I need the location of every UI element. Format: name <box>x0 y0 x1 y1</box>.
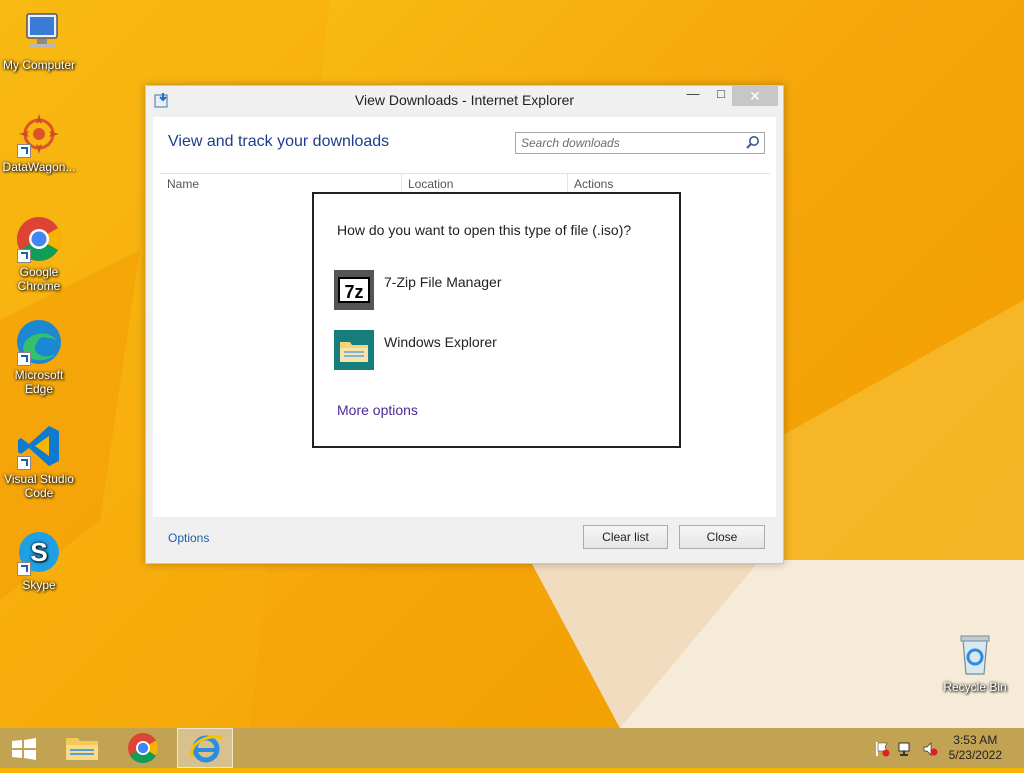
desktop-icon-vscode[interactable]: Visual Studio Code <box>0 422 78 500</box>
clock-date: 5/23/2022 <box>948 748 1002 762</box>
column-divider <box>567 174 568 192</box>
start-button[interactable] <box>0 728 48 768</box>
shortcut-arrow-icon <box>17 352 31 366</box>
search-placeholder: Search downloads <box>521 136 620 150</box>
start-icon <box>12 738 36 760</box>
window-footer: Options Clear list Close <box>153 517 776 557</box>
maximize-button[interactable]: □ <box>708 86 734 106</box>
recycle-bin-icon <box>951 630 999 678</box>
desktop-icon-label: Google Chrome <box>17 265 61 293</box>
column-name[interactable]: Name <box>167 177 199 191</box>
clear-list-button[interactable]: Clear list <box>583 525 668 549</box>
desktop-icon-recycle-bin[interactable]: Recycle Bin <box>936 630 1014 694</box>
edge-icon <box>15 318 63 366</box>
volume-muted-icon[interactable] <box>922 741 938 757</box>
taskbar-internet-explorer[interactable] <box>177 728 233 768</box>
title-bar[interactable]: View Downloads - Internet Explorer — □ ✕ <box>146 86 783 114</box>
internet-explorer-icon <box>190 735 224 763</box>
close-button[interactable]: Close <box>679 525 765 549</box>
options-link[interactable]: Options <box>168 531 209 545</box>
taskbar-chrome[interactable] <box>115 728 171 768</box>
shortcut-arrow-icon <box>17 249 31 263</box>
open-with-7zip[interactable]: 7z 7-Zip File Manager <box>334 270 634 310</box>
column-actions[interactable]: Actions <box>574 177 613 191</box>
clock-time: 3:53 AM <box>953 733 998 747</box>
more-options-link[interactable]: More options <box>337 402 418 418</box>
open-with-windows-explorer[interactable]: Windows Explorer <box>334 330 634 370</box>
desktop-icon-label: DataWagon... <box>2 160 76 174</box>
column-header-row: Name Location Actions <box>160 173 770 192</box>
clock[interactable]: 3:53 AM 5/23/2022 <box>949 733 1002 763</box>
network-icon[interactable] <box>898 741 914 757</box>
taskbar-file-explorer[interactable] <box>54 728 110 768</box>
desktop-icon-skype[interactable]: S Skype <box>0 528 78 592</box>
desktop-icon-label: Visual Studio Code <box>4 472 74 500</box>
shortcut-arrow-icon <box>17 144 31 158</box>
computer-icon <box>15 8 63 56</box>
close-window-button[interactable]: ✕ <box>732 86 778 106</box>
open-with-item-label: Windows Explorer <box>384 334 497 350</box>
7zip-icon: 7z <box>334 270 374 310</box>
desktop-icon-my-computer[interactable]: My Computer <box>0 8 78 72</box>
desktop-icon-datawagon[interactable]: DataWagon... <box>0 110 78 174</box>
search-input[interactable]: Search downloads <box>515 132 765 154</box>
open-with-dialog: How do you want to open this type of fil… <box>312 192 681 448</box>
desktop-icon-google-chrome[interactable]: Google Chrome <box>0 215 78 293</box>
shortcut-arrow-icon <box>17 562 31 576</box>
svg-text:7z: 7z <box>344 282 363 302</box>
file-explorer-icon <box>66 738 98 760</box>
minimize-button[interactable]: — <box>680 86 706 106</box>
folder-icon <box>334 330 374 370</box>
open-with-question: How do you want to open this type of fil… <box>337 222 632 238</box>
svg-text:S: S <box>30 537 47 567</box>
desktop-icon-label: Skype <box>22 578 56 592</box>
desktop-icon-microsoft-edge[interactable]: Microsoft Edge <box>0 318 78 396</box>
column-location[interactable]: Location <box>408 177 453 191</box>
search-icon[interactable] <box>746 135 760 149</box>
desktop-icon-label: My Computer <box>2 58 76 72</box>
chrome-icon <box>128 733 159 764</box>
action-center-flag-icon[interactable] <box>874 741 890 757</box>
page-heading: View and track your downloads <box>168 133 390 150</box>
column-divider <box>401 174 402 192</box>
chrome-icon <box>15 215 63 263</box>
desktop-icon-label: Microsoft Edge <box>14 368 64 396</box>
shortcut-arrow-icon <box>17 456 31 470</box>
skype-icon: S <box>15 528 63 576</box>
datawagon-icon <box>15 110 63 158</box>
desktop-icon-label: Recycle Bin <box>943 680 1007 694</box>
open-with-item-label: 7-Zip File Manager <box>384 274 502 290</box>
vscode-icon <box>15 422 63 470</box>
taskbar: 3:53 AM 5/23/2022 <box>0 728 1024 768</box>
